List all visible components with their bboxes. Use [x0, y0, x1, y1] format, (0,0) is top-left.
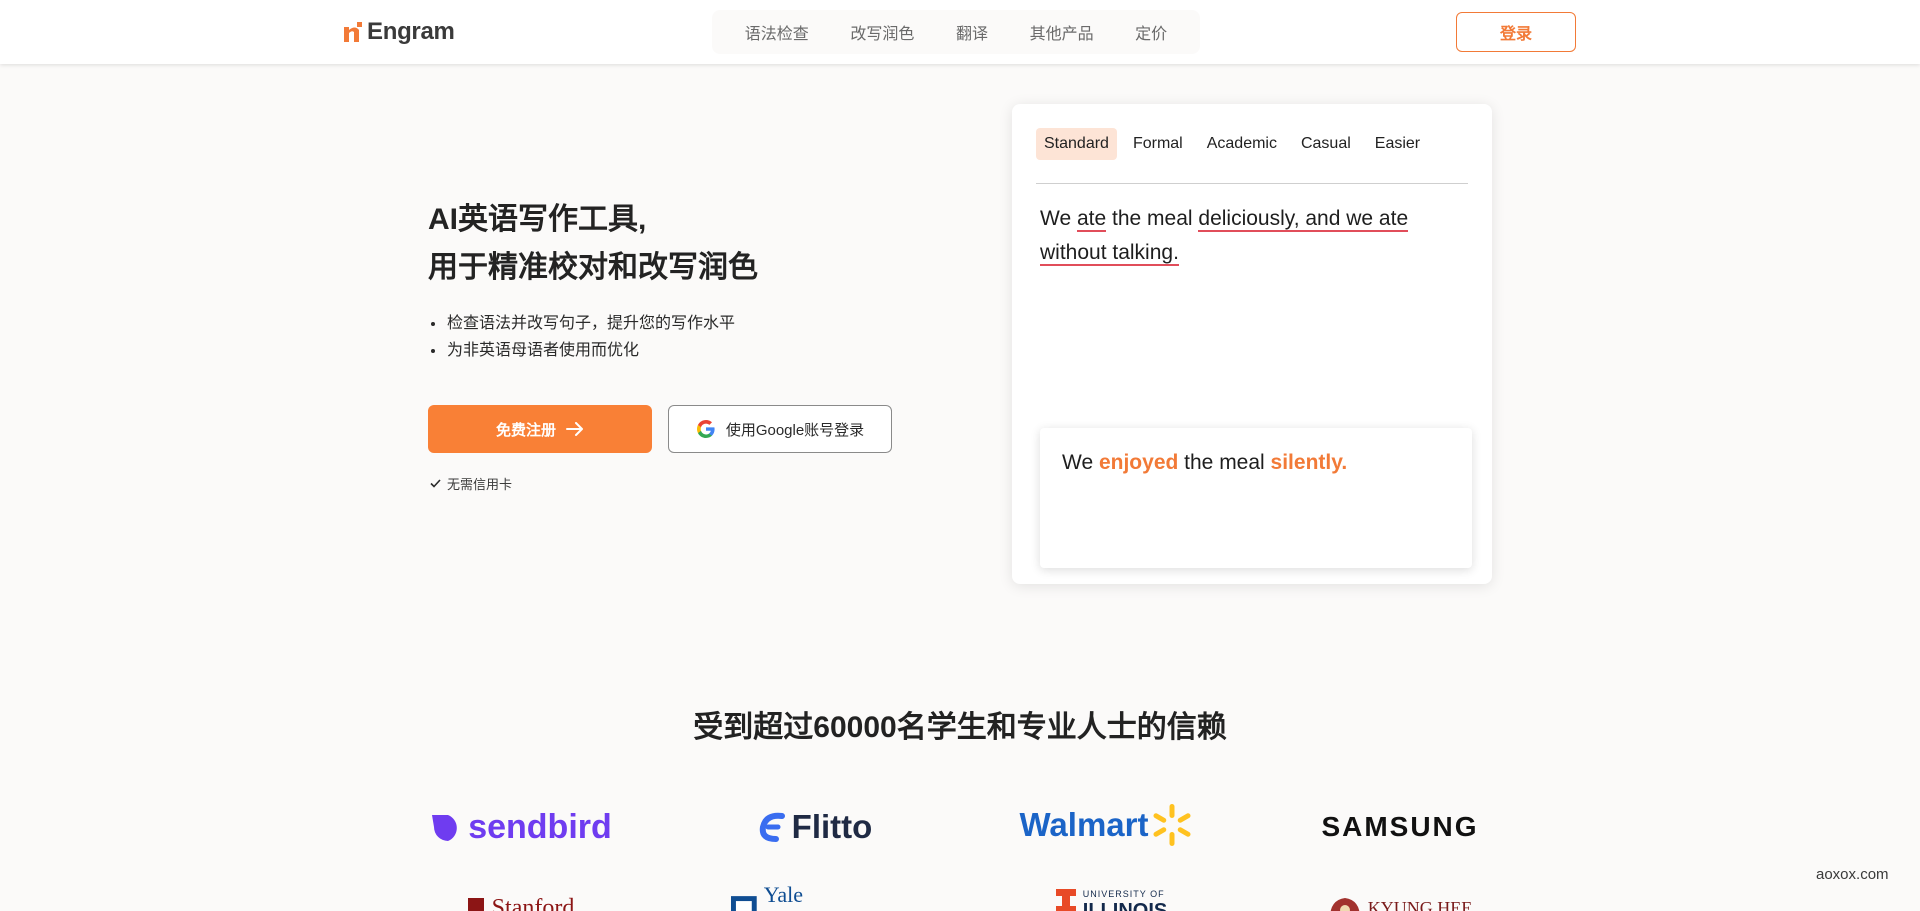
arrow-right-icon: [566, 422, 583, 436]
yale-logo: Yale University: [730, 882, 900, 911]
style-tabs: Standard Formal Academic Casual Easier: [1036, 128, 1468, 184]
kyunghee-logo-text: KYUNG HEE: [1367, 897, 1473, 911]
tab-easier[interactable]: Easier: [1367, 128, 1428, 160]
flitto-logo: Flitto: [752, 805, 878, 849]
nav-item-translate[interactable]: 翻译: [948, 14, 996, 50]
hero-title: AI英语写作工具, 用于精准校对和改写润色: [428, 196, 948, 292]
illinois-big-text: ILLINOIS: [1082, 900, 1168, 911]
top-navbar: Engram 语法检查 改写润色 翻译 其他产品 定价 登录: [0, 0, 1920, 64]
trust-section-title: 受到超过60000名学生和专业人士的信赖: [693, 711, 1227, 744]
demo-input-text[interactable]: We ate the meal deliciously, and we ate …: [1040, 202, 1470, 270]
check-icon: [430, 478, 441, 488]
kyunghee-logo: KYUNG HEE: [1308, 886, 1492, 911]
watermark-text: aoxox.com: [1816, 866, 1889, 883]
error-word[interactable]: ate: [1076, 207, 1107, 232]
input-text-segment: We: [1040, 207, 1077, 230]
brand-logo[interactable]: Engram: [343, 17, 455, 47]
engram-logo-icon: [344, 22, 362, 42]
google-login-button[interactable]: 使用Google账号登录: [668, 405, 892, 453]
sendbird-mark-icon: [432, 815, 458, 841]
samsung-logo: SAMSUNG: [1321, 811, 1479, 842]
suggestion-word: silently.: [1270, 451, 1348, 474]
nav-item-grammar-check[interactable]: 语法检查: [737, 14, 817, 50]
google-login-label: 使用Google账号登录: [725, 421, 865, 439]
yale-logo-text: Yale University: [763, 882, 857, 911]
main-nav: 语法检查 改写润色 翻译 其他产品 定价: [712, 10, 1200, 54]
google-g-icon: [696, 420, 715, 438]
walmart-logo-text: Walmart: [1019, 806, 1149, 843]
hero-bullet-list: 检查语法并改写句子，提升您的写作水平 为非英语母语者使用而优化: [428, 310, 948, 364]
rewrite-demo-card: Standard Formal Academic Casual Easier W…: [1012, 104, 1492, 584]
output-text-segment: the meal: [1178, 451, 1271, 474]
kyunghee-emblem-icon: [1330, 898, 1359, 911]
nav-item-other-products[interactable]: 其他产品: [1022, 14, 1102, 50]
demo-output-box: We enjoyed the meal silently.: [1040, 428, 1472, 568]
flitto-mark-icon: [759, 812, 785, 842]
nav-item-pricing[interactable]: 定价: [1127, 14, 1175, 50]
nav-item-rewrite[interactable]: 改写润色: [842, 14, 922, 50]
brand-name: Engram: [367, 18, 455, 45]
tab-casual[interactable]: Casual: [1293, 128, 1359, 160]
output-text-segment: We: [1062, 451, 1099, 474]
illinois-block-i-icon: [1055, 889, 1076, 911]
walmart-spark-icon: [1153, 804, 1192, 846]
illinois-logo-text: UNIVERSITY OF ILLINOIS: [1083, 888, 1167, 911]
hero-bullet: 为非英语母语者使用而优化: [428, 337, 948, 364]
flitto-logo-text: Flitto: [791, 808, 873, 845]
no-credit-card-note: 无需信用卡: [430, 474, 512, 492]
tab-standard[interactable]: Standard: [1036, 128, 1117, 160]
no-credit-card-label: 无需信用卡: [447, 476, 513, 492]
login-button[interactable]: 登录: [1456, 12, 1576, 52]
tab-formal[interactable]: Formal: [1125, 128, 1191, 160]
yale-shield-icon: [730, 896, 757, 911]
illinois-small-text: UNIVERSITY OF: [1082, 889, 1165, 899]
sendbird-logo: sendbird: [428, 805, 614, 849]
input-text-segment: the meal: [1106, 207, 1199, 230]
stanford-logo-text: Stanford: [491, 894, 575, 911]
walmart-logo: Walmart: [1018, 803, 1194, 847]
sendbird-logo-text: sendbird: [468, 807, 612, 846]
stanford-logo: Stanford: [454, 886, 586, 911]
hero-bullet: 检查语法并改写句子，提升您的写作水平: [428, 310, 948, 337]
hero-title-line1: AI英语写作工具,: [428, 203, 647, 236]
stanford-tree-icon: [467, 898, 484, 911]
suggestion-word: enjoyed: [1098, 451, 1179, 474]
illinois-logo: UNIVERSITY OF ILLINOIS: [1036, 888, 1186, 911]
hero-title-line2: 用于精准校对和改写润色: [428, 251, 758, 284]
free-signup-label: 免费注册: [495, 421, 556, 439]
tab-academic[interactable]: Academic: [1199, 128, 1285, 160]
free-signup-button[interactable]: 免费注册: [428, 405, 652, 453]
